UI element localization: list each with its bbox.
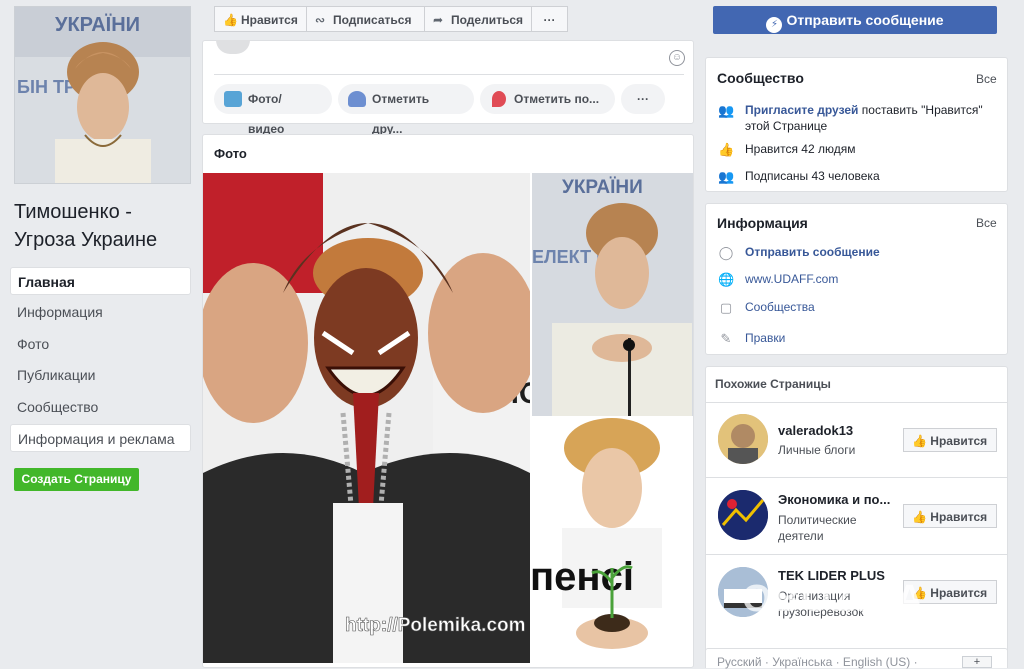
emoji-icon[interactable]: ☺ [669,50,685,66]
profile-photo-image: УКРАЇНИ БІН ТРІВ [15,7,190,183]
rss-icon: ∾ [315,13,326,27]
similar-separator [706,554,1007,555]
similar-page-name[interactable]: Экономика и по... [778,492,890,507]
poster-word-top: УКРАЇНИ [55,13,140,36]
check-in-button[interactable]: Отметить по... [480,84,615,114]
thumbs-up-icon: 👍 [718,142,735,157]
nav-item-info[interactable]: Информация [10,298,191,326]
similar-like-label: Нравится [930,434,988,448]
photo-large[interactable]: БЛОК ЮЛІ http://Polemika.com [203,173,530,663]
similar-pages-separator [706,402,1007,403]
category-icon: ▢ [719,300,733,315]
similar-page-like-button[interactable]: 👍 Нравится [903,428,997,452]
thumbs-up-icon: 👍 [912,434,927,448]
community-see-all-link[interactable]: Все [976,72,997,86]
share-arrow-icon: ➦ [433,13,444,27]
followers-icon: 👥 [718,169,735,184]
profile-picture[interactable]: УКРАЇНИ БІН ТРІВ [14,6,191,184]
similar-page-avatar[interactable] [718,414,768,464]
invite-friends-text: Пригласите друзей поставить "Нравится" э… [745,102,995,134]
info-title: Информация [717,215,808,231]
similar-page-avatar[interactable] [718,490,768,540]
avatar-image [718,490,768,540]
photos-title: Фото [214,146,247,161]
tag-people-icon [348,91,366,107]
invite-friends-icon: 👥 [718,103,735,118]
category-link[interactable]: Сообщества [745,300,815,314]
photo-icon [224,91,242,107]
similar-separator [706,477,1007,478]
photo-bottom-right[interactable]: пенсі [532,418,693,663]
photo-video-button[interactable]: Фото/видео [214,84,332,136]
similar-page-name[interactable]: valeradok13 [778,423,853,438]
messenger-icon: ◯ [718,245,734,260]
info-send-message-link[interactable]: Отправить сообщение [745,245,880,259]
nav-item-home[interactable]: Главная [10,267,191,295]
nav-item-info-ads[interactable]: Информация и реклама [10,424,191,452]
create-page-button[interactable]: Создать Страницу [14,468,139,491]
like-page-button[interactable]: 👍 Нравится [214,6,307,32]
similar-pages-title: Похожие Страницы [715,377,831,391]
send-message-label: Отправить сообщение [786,12,944,28]
composer-more-button[interactable]: ··· [621,84,665,114]
photo-large-image: БЛОК ЮЛІ http://Polemika.com [203,173,530,663]
photo-bottom-right-image: пенсі [532,418,693,663]
follow-button[interactable]: ∾ Подписаться [306,6,425,32]
oboz-watermark: OBOZ.UA [742,578,925,620]
photo-top-right[interactable]: УКРАЇНИ ЕЛЕКТ РІВ [532,173,693,416]
edits-link[interactable]: Правки [745,331,785,345]
nav-item-posts[interactable]: Публикации [10,361,191,389]
location-pin-icon [492,91,506,107]
website-link[interactable]: www.UDAFF.com [745,272,838,286]
invite-friends-link[interactable]: Пригласите друзей [745,103,858,117]
similar-like-label: Нравится [930,510,988,524]
page-title: Тимошенко - Угроза Украине [14,201,158,251]
thumbs-up-icon: 👍 [223,13,238,27]
nav-item-community[interactable]: Сообщество [10,393,191,421]
poster-word-top-2: УКРАЇНИ [562,177,643,198]
similar-page-category: Личные блоги [778,443,856,457]
check-in-label: Отметить по... [514,92,600,106]
tag-friends-button[interactable]: Отметить дру... [338,84,474,136]
messenger-icon: ⚡ [766,17,783,33]
add-language-button[interactable]: + [962,656,992,668]
similar-like-label: Нравится [930,586,988,600]
language-links[interactable]: Русский · Українська · English (US) · [717,655,918,669]
similar-page-category: Политические деятели [778,513,857,543]
composer-separator [214,74,684,75]
share-label: Поделиться [451,13,524,27]
share-button[interactable]: ➦ Поделиться [424,6,532,32]
nav-item-photos[interactable]: Фото [10,330,191,358]
info-see-all-link[interactable]: Все [976,216,997,230]
community-title: Сообщество [717,70,804,86]
like-label: Нравится [241,13,298,27]
polemika-watermark: http://Polemika.com [345,615,526,636]
followers-count: Подписаны 43 человека [745,169,880,183]
pencil-icon: ✎ [720,331,732,346]
likes-count: Нравится 42 людям [745,142,856,156]
follow-label: Подписаться [333,13,412,27]
send-message-button[interactable]: ⚡ Отправить сообщение [713,6,997,34]
photo-top-right-image: УКРАЇНИ ЕЛЕКТ РІВ [532,173,693,416]
pensi-caption: пенсі [532,555,634,599]
globe-icon: 🌐 [718,272,735,287]
avatar-image [718,414,768,464]
more-options-button[interactable]: ··· [531,6,568,32]
similar-page-like-button[interactable]: 👍 Нравится [903,504,997,528]
thumbs-up-icon: 👍 [912,510,927,524]
